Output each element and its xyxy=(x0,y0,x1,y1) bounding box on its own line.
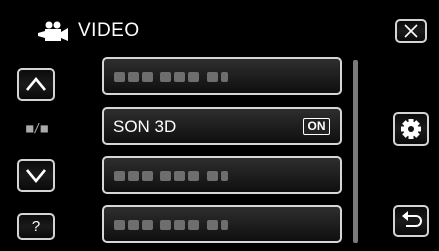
menu-item-placeholder[interactable] xyxy=(102,156,342,194)
header: VIDEO xyxy=(0,0,439,50)
chevron-down-icon xyxy=(25,169,47,184)
back-button[interactable] xyxy=(393,205,429,237)
menu-item-label: SON 3D xyxy=(113,117,177,136)
menu-item-son-3d[interactable]: SON 3D ON xyxy=(102,107,342,145)
chevron-up-icon xyxy=(25,76,47,91)
settings-button[interactable] xyxy=(393,112,429,146)
menu-item-placeholder[interactable] xyxy=(102,57,342,95)
page-indicator: ■/■ xyxy=(26,121,48,135)
menu-item-placeholder[interactable] xyxy=(102,205,342,243)
return-arrow-icon xyxy=(402,211,422,227)
close-icon xyxy=(404,24,418,38)
scroll-up-button[interactable] xyxy=(17,68,55,101)
placeholder-text xyxy=(114,72,254,82)
page-title: VIDEO xyxy=(78,20,140,41)
placeholder-text xyxy=(114,171,254,181)
scrollbar[interactable] xyxy=(353,60,358,243)
video-camera-icon xyxy=(38,21,68,41)
help-button[interactable]: ? xyxy=(17,213,55,240)
placeholder-text xyxy=(114,220,254,230)
close-button[interactable] xyxy=(395,19,427,43)
help-label: ? xyxy=(31,218,41,235)
gear-icon xyxy=(401,119,421,139)
status-badge: ON xyxy=(303,118,330,135)
scroll-down-button[interactable] xyxy=(17,159,55,192)
